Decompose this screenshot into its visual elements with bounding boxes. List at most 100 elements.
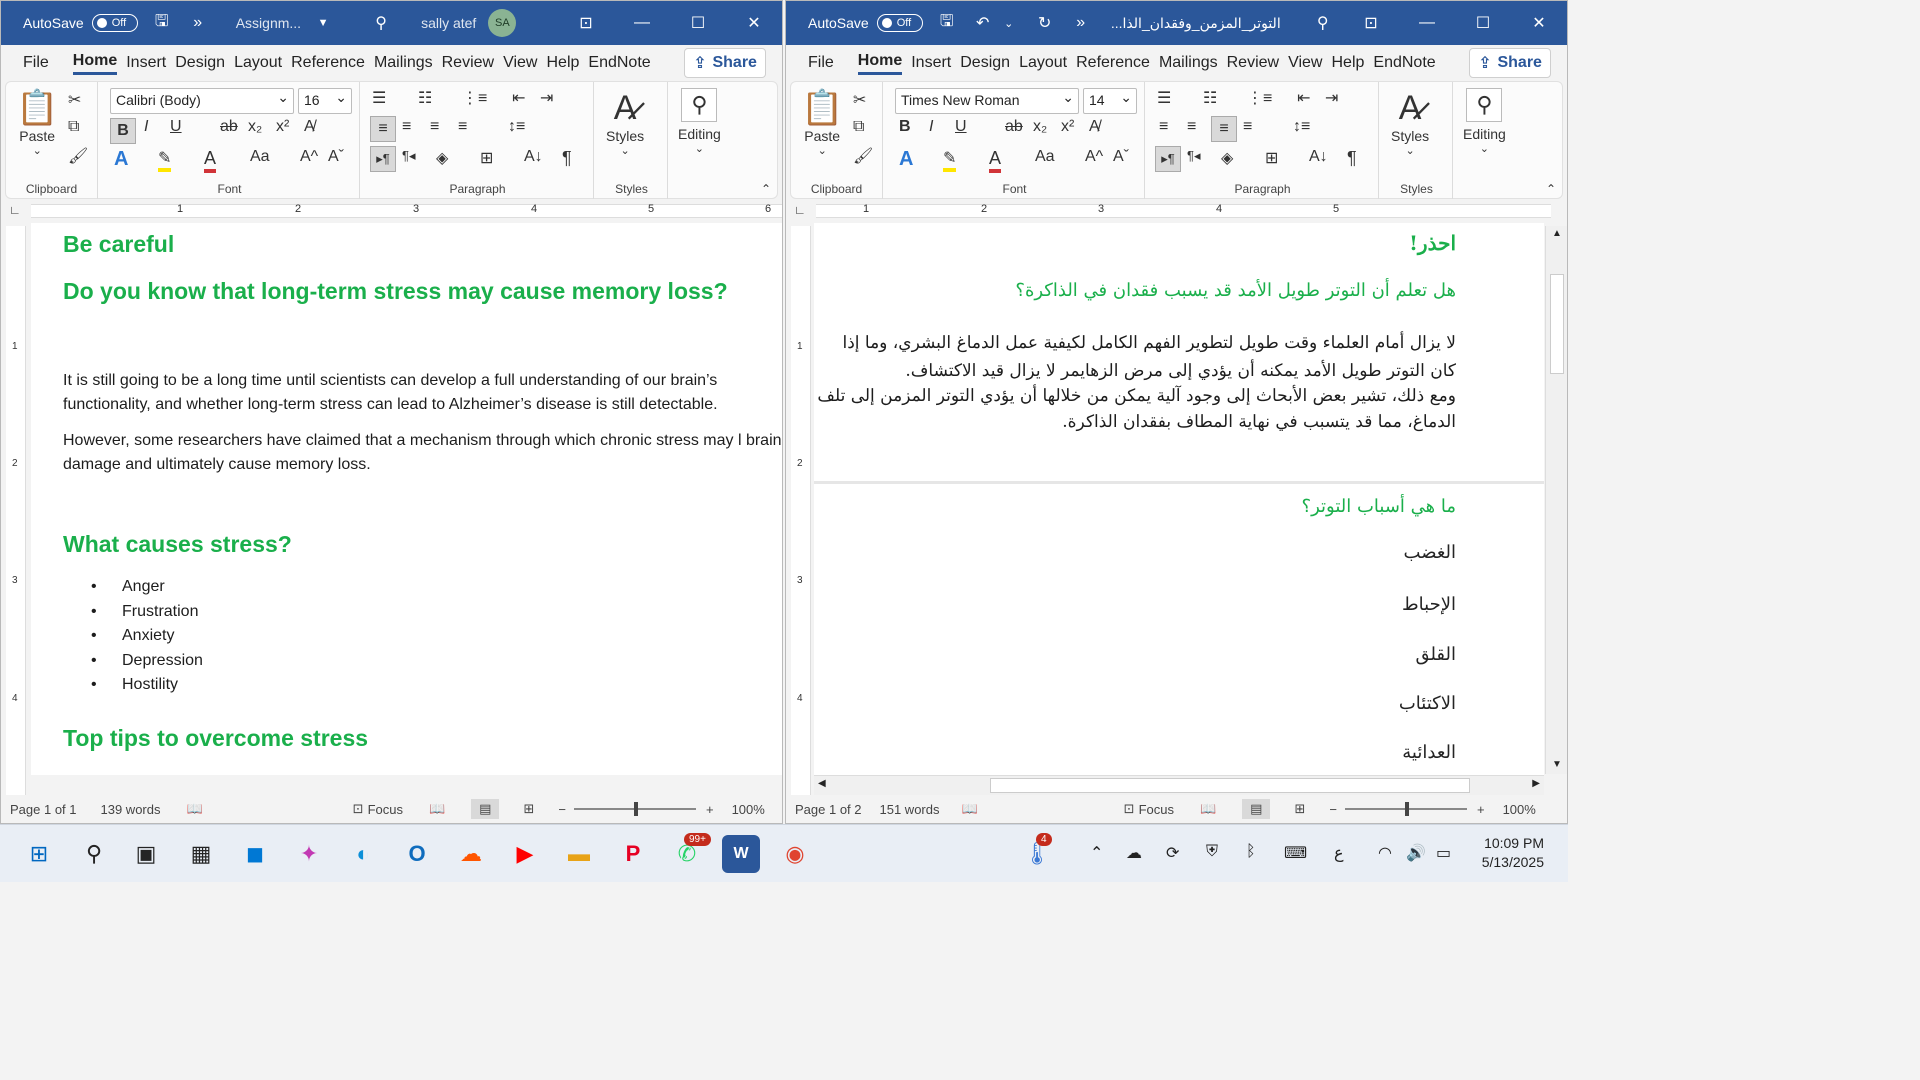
horizontal-scrollbar[interactable]: ◀ ▶ [814,775,1544,795]
decrease-indent-icon[interactable]: ⇤ [512,88,525,108]
align-right-icon[interactable]: ≡ [1211,116,1237,142]
youtube-icon[interactable]: ▶ [506,835,544,873]
print-layout-icon[interactable]: ▤ [471,799,500,819]
pinterest-icon[interactable]: P [614,835,652,873]
ltr-icon[interactable]: ▸¶ [370,146,396,172]
sort-icon[interactable]: A↓ [524,148,543,166]
chrome-icon[interactable]: ◉ [776,835,814,873]
vertical-ruler[interactable]: 1 2 3 4 [6,226,26,796]
align-left-icon[interactable]: ≡ [1159,118,1168,136]
windows-start-icon[interactable]: ⊞ [20,835,58,873]
share-button[interactable]: ⇪ Share [1469,48,1551,78]
zoom-level[interactable]: 100% [732,802,765,817]
menu-view[interactable]: View [1288,54,1322,72]
clear-formatting-icon[interactable]: A̸ [1089,118,1100,136]
menu-home[interactable]: Home [72,52,118,75]
word-icon[interactable]: W [722,835,760,873]
highlight-icon[interactable]: ✎ [158,148,172,172]
menu-layout[interactable]: Layout [234,54,282,72]
numbering-icon[interactable]: ☷ [1203,88,1217,108]
file-explorer-icon[interactable]: ▬ [560,835,598,873]
language-indicator[interactable]: ع [1334,843,1344,863]
collapse-ribbon-icon[interactable]: ⌃ [1546,182,1556,196]
format-painter-icon[interactable]: 🖌 [68,146,88,166]
copilot-icon[interactable]: ✦ [290,835,328,873]
chevron-up-icon[interactable]: ⌃ [1090,843,1103,863]
strikethrough-icon[interactable]: ab [1005,118,1023,136]
search-icon[interactable]: ⚲ [369,11,393,35]
scrollbar-thumb[interactable] [990,778,1470,793]
underline-icon[interactable]: U [170,118,182,136]
share-button[interactable]: ⇪ Share [684,48,766,78]
align-center-icon[interactable]: ≡ [1187,118,1196,136]
paste-button[interactable]: 📋 Paste ⌄ [16,88,58,157]
more-commands-icon[interactable]: » [1069,11,1093,35]
zoom-in-icon[interactable]: + [1477,802,1485,817]
page-count[interactable]: Page 1 of 1 [10,802,77,817]
italic-icon[interactable]: I [144,118,148,136]
document-title[interactable]: التوتر_المزمن_وفقدان_الذا... [1111,15,1281,32]
shrink-font-icon[interactable]: Aˇ [328,148,344,166]
wifi-icon[interactable]: ◠ [1378,843,1392,863]
editing-button[interactable]: ⚲ Editing ⌄ [678,88,721,155]
maximize-icon[interactable]: ☐ [670,1,726,45]
align-center-icon[interactable]: ≡ [402,118,411,136]
focus-label[interactable]: Focus [368,802,403,817]
word-count[interactable]: 151 words [880,802,940,817]
menu-review[interactable]: Review [442,54,494,72]
paste-button[interactable]: 📋 Paste ⌄ [801,88,843,157]
font-size-select[interactable]: 14 [1083,88,1137,114]
show-marks-icon[interactable]: ¶ [1347,148,1357,169]
document-area[interactable]: احذر! هل تعلم أن التوتر طويل الأمد قد يس… [814,223,1544,775]
menu-design[interactable]: Design [960,54,1010,72]
rtl-icon[interactable]: ¶◂ [1187,148,1201,164]
focus-label[interactable]: Focus [1139,802,1174,817]
search-icon[interactable]: ⚲ [1311,11,1335,35]
numbering-icon[interactable]: ☷ [418,88,432,108]
sync-icon[interactable]: ⟳ [1166,843,1179,863]
subscript-icon[interactable]: x₂ [248,118,262,136]
task-view-icon[interactable]: ▣ [127,835,165,873]
shading-icon[interactable]: ◈ [1221,148,1233,168]
zoom-slider[interactable] [1344,802,1467,816]
minimize-icon[interactable]: — [614,1,670,45]
menu-review[interactable]: Review [1227,54,1279,72]
change-case-icon[interactable]: Aa [1035,148,1055,166]
menu-mailings[interactable]: Mailings [374,54,433,72]
bold-icon[interactable]: B [899,118,911,136]
menu-reference[interactable]: Reference [1076,54,1150,72]
font-name-select[interactable]: Calibri (Body) [110,88,294,114]
microsoft-store-icon[interactable]: ◼ [236,835,274,873]
scroll-down-icon[interactable]: ▼ [1552,759,1562,770]
format-painter-icon[interactable]: 🖌 [853,146,873,166]
chevron-down-icon[interactable]: ⌄ [997,11,1021,35]
borders-icon[interactable]: ⊞ [1265,148,1278,168]
soundcloud-icon[interactable]: ☁ [452,835,490,873]
document-page-2[interactable]: ما هي أسباب التوتر؟ الغضب الإحباط القلق … [814,484,1544,775]
increase-indent-icon[interactable]: ⇥ [1325,88,1338,108]
outlook-icon[interactable]: O [398,835,436,873]
horizontal-ruler[interactable]: ∟ 1 2 3 4 5 6 [1,199,782,223]
shield-icon[interactable]: ⛨ [1206,843,1218,861]
bullets-icon[interactable]: ☰ [1157,88,1171,108]
zoom-slider[interactable] [573,802,696,816]
menu-insert[interactable]: Insert [126,54,166,72]
highlight-icon[interactable]: ✎ [943,148,957,172]
styles-button[interactable]: A̷ Styles ⌄ [606,88,644,157]
bullets-icon[interactable]: ☰ [372,88,386,108]
collapse-ribbon-icon[interactable]: ⌃ [761,182,771,196]
document-page[interactable]: Be careful Do you know that long-term st… [31,223,782,775]
underline-icon[interactable]: U [955,118,967,136]
calculator-icon[interactable]: ▦ [182,835,220,873]
maximize-icon[interactable]: ☐ [1455,1,1511,45]
increase-indent-icon[interactable]: ⇥ [540,88,553,108]
document-page-1[interactable]: احذر! هل تعلم أن التوتر طويل الأمد قد يس… [814,223,1544,481]
proofing-icon[interactable]: 📖 [961,801,977,817]
save-icon[interactable]: 🖫 [150,11,174,35]
battery-icon[interactable]: ▭ [1436,843,1451,863]
font-color-icon[interactable]: A [989,148,1002,173]
search-icon[interactable]: ⚲ [75,835,113,873]
web-layout-icon[interactable]: ⊞ [523,801,534,817]
document-title[interactable]: Assignm... [236,15,301,31]
web-layout-icon[interactable]: ⊞ [1294,801,1305,817]
